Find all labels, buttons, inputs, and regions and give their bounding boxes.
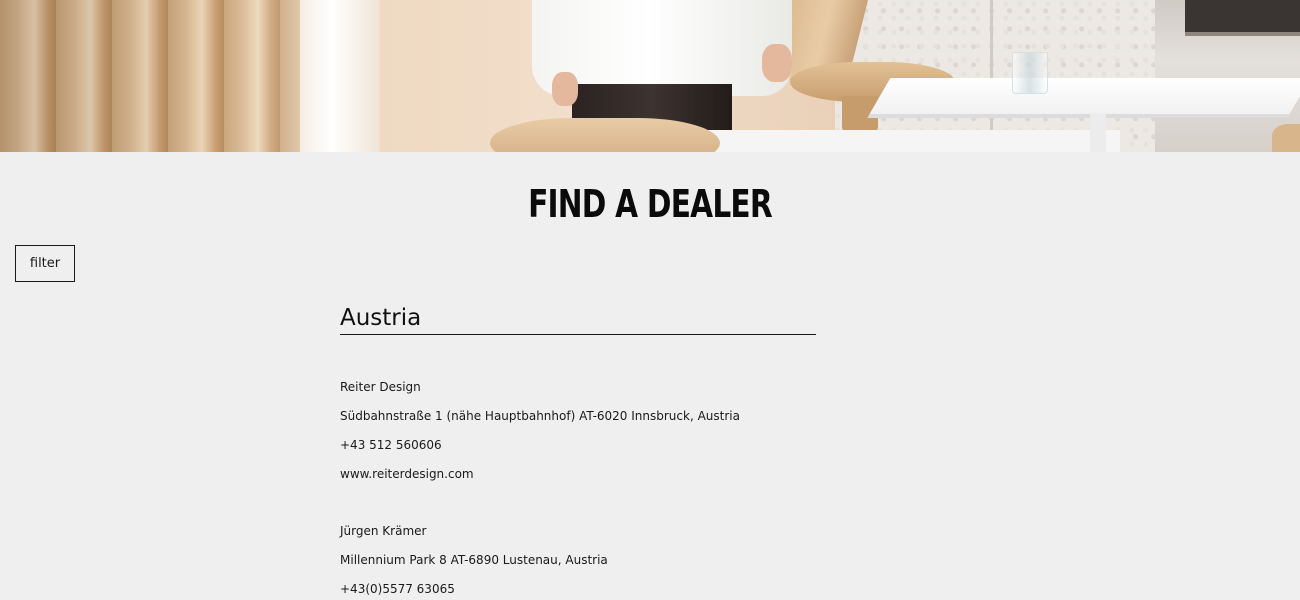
dealer-entry: Reiter Design Südbahnstraße 1 (nähe Haup… [340,373,816,489]
country-heading: Austria [340,304,816,335]
dealer-list: Austria Reiter Design Südbahnstraße 1 (n… [340,304,816,600]
window-frame [300,0,380,152]
page-title: FIND A DEALER [528,182,773,226]
dealer-phone: +43(0)5577 63065 [340,582,455,596]
dealer-address: Millennium Park 8 AT-6890 Lustenau, Aust… [340,553,608,567]
hero-image [0,0,1300,152]
page: FIND A DEALER filter Austria Reiter Desi… [0,0,1300,600]
chair-edge [1272,124,1300,152]
dealer-entry: Jürgen Krämer Millennium Park 8 AT-6890 … [340,517,816,600]
oven [1185,0,1300,36]
dealer-address: Südbahnstraße 1 (nähe Hauptbahnhof) AT-6… [340,409,740,423]
filter-button[interactable]: filter [15,245,75,282]
water-glass [1012,52,1048,94]
dealer-name: Jürgen Krämer [340,524,427,538]
table-top [869,78,1300,114]
person-hand [762,44,792,82]
dealer-name: Reiter Design [340,380,421,394]
table-leg [1090,114,1106,152]
chair-front [490,118,720,152]
person-hand [552,72,578,106]
dealer-website-link[interactable]: www.reiterdesign.com [340,467,474,481]
table-front [700,130,1120,152]
dealer-phone: +43 512 560606 [340,438,442,452]
